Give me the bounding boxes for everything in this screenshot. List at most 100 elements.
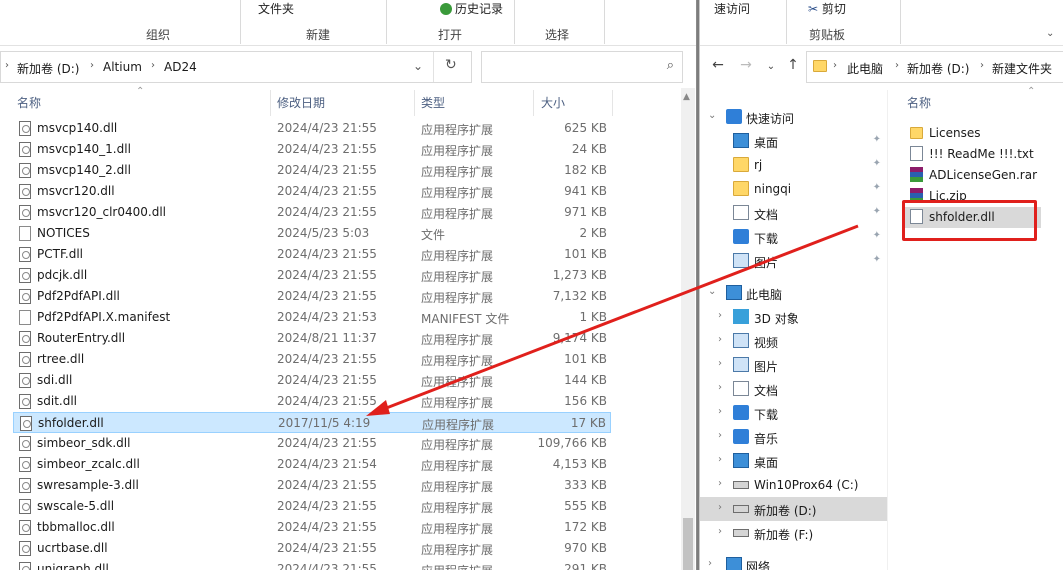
scrollbar-thumb[interactable] [683,518,693,570]
file-row[interactable]: shfolder.dll 2017/11/5 4:19 应用程序扩展 17 KB [13,412,611,433]
collapse-chevron-icon[interactable]: › [718,358,722,369]
file-row[interactable]: Pdf2PdfAPI.X.manifest 2024/4/23 21:53 MANI… [13,307,611,328]
back-arrow-icon[interactable]: ← [709,57,727,73]
file-row[interactable]: Pdf2PdfAPI.dll 2024/4/23 21:55 应用程序扩展 7,132… [13,286,611,307]
collapse-chevron-icon[interactable]: › [718,406,722,417]
column-header-name[interactable]: 名称 [17,94,41,116]
history-button[interactable]: 历史记录 [440,0,503,17]
up-arrow-icon[interactable]: ↑ [784,57,802,73]
ribbon-folder-label[interactable]: 文件夹 [258,0,294,17]
expand-chevron-icon[interactable]: ⌄ [708,286,716,297]
nav-item[interactable]: › 新加卷 (F:) [700,521,887,545]
ribbon-divider [514,0,515,44]
file-row[interactable]: NOTICES 2024/5/23 5:03 文件 2 KB [13,223,611,244]
scroll-up-arrow-icon[interactable]: ▲ [683,92,690,102]
collapse-chevron-icon[interactable]: › [718,430,722,441]
nav-item[interactable]: 桌面 ✦ [700,129,887,153]
breadcrumb-this-pc[interactable]: 此电脑 [847,60,883,77]
file-row[interactable]: rtree.dll 2024/4/23 21:55 应用程序扩展 101 KB [13,349,611,370]
file-row[interactable]: simbeor_sdk.dll 2024/4/23 21:55 应用程序扩展 109,… [13,433,611,454]
vertical-scrollbar[interactable] [681,88,695,570]
cut-button[interactable]: ✂ 剪切 [808,0,846,17]
breadcrumb-altium[interactable]: Altium [103,60,142,74]
nav-item[interactable]: 文档 ✦ [700,201,887,225]
file-row[interactable]: ADLicenseGen.rar [905,165,1041,186]
expand-chevron-icon[interactable]: ⌄ [708,110,716,121]
file-row[interactable]: swresample-3.dll 2024/4/23 21:55 应用程序扩展 333… [13,475,611,496]
nav-item[interactable]: › 3D 对象 [700,305,887,329]
nav-item[interactable]: › 下载 [700,401,887,425]
nav-item[interactable]: 下载 ✦ [700,225,887,249]
pin-icon[interactable]: ✦ [873,182,881,193]
collapse-chevron-icon[interactable]: › [718,502,722,513]
file-row[interactable]: msvcp140_2.dll 2024/4/23 21:55 应用程序扩展 182 K… [13,160,611,181]
pin-icon[interactable]: ✦ [873,254,881,265]
nav-item[interactable]: › Win10Prox64 (C:) [700,473,887,497]
column-divider[interactable] [533,90,534,116]
nav-item[interactable]: ⌄ 此电脑 [700,281,887,305]
file-name: msvcr120_clr0400.dll [37,205,166,219]
collapse-chevron-icon[interactable]: › [708,558,712,569]
file-row[interactable]: msvcp140.dll 2024/4/23 21:55 应用程序扩展 625 KB [13,118,611,139]
column-divider[interactable] [270,90,271,116]
breadcrumb-ad24[interactable]: AD24 [164,60,197,74]
breadcrumb-drive[interactable]: 新加卷 (D:) [17,60,79,77]
file-row[interactable]: tbbmalloc.dll 2024/4/23 21:55 应用程序扩展 172 KB [13,517,611,538]
file-row[interactable]: msvcr120_clr0400.dll 2024/4/23 21:55 应用程序扩… [13,202,611,223]
file-row[interactable]: Licenses [905,123,1041,144]
collapse-chevron-icon[interactable]: › [718,478,722,489]
pin-icon[interactable]: ✦ [873,158,881,169]
column-header-name[interactable]: 名称 [907,94,931,116]
column-divider[interactable] [612,90,613,116]
forward-arrow-icon[interactable]: → [737,57,755,73]
column-header-size[interactable]: 大小 [541,94,565,116]
nav-item[interactable]: › 图片 [700,353,887,377]
file-name: unigraph.dll [37,562,109,570]
file-row[interactable]: ucrtbase.dll 2024/4/23 21:55 应用程序扩展 970 KB [13,538,611,559]
file-row[interactable]: PCTF.dll 2024/4/23 21:55 应用程序扩展 101 KB [13,244,611,265]
file-row[interactable]: sdit.dll 2024/4/23 21:55 应用程序扩展 156 KB [13,391,611,412]
collapse-chevron-icon[interactable]: › [718,334,722,345]
nav-item[interactable]: › 网络 [700,553,887,570]
nav-item[interactable]: › 视频 [700,329,887,353]
collapse-chevron-icon[interactable]: › [718,454,722,465]
rar-icon [910,167,923,182]
column-header-type[interactable]: 类型 [421,94,445,116]
address-bar[interactable]: › 新加卷 (D:) › Altium › AD24 ⌄ ↻ [0,51,472,83]
refresh-icon[interactable]: ↻ [445,57,457,73]
file-row[interactable]: simbeor_zcalc.dll 2024/4/23 21:54 应用程序扩展 4,… [13,454,611,475]
nav-item[interactable]: ningqi ✦ [700,177,887,201]
nav-item[interactable]: rj ✦ [700,153,887,177]
nav-item[interactable]: › 桌面 [700,449,887,473]
address-bar[interactable]: › 此电脑 › 新加卷 (D:) › 新建文件夹 [806,51,1063,83]
file-row[interactable]: !!! ReadMe !!!.txt [905,144,1041,165]
breadcrumb-drive[interactable]: 新加卷 (D:) [907,60,969,77]
recent-chevron-icon[interactable]: ⌄ [762,61,780,72]
column-header-date[interactable]: 修改日期 [277,94,325,116]
file-row[interactable]: msvcp140_1.dll 2024/4/23 21:55 应用程序扩展 24 KB [13,139,611,160]
file-row[interactable]: msvcr120.dll 2024/4/23 21:55 应用程序扩展 941 KB [13,181,611,202]
breadcrumb-new-folder[interactable]: 新建文件夹 [992,60,1052,77]
file-row[interactable]: pdcjk.dll 2024/4/23 21:55 应用程序扩展 1,273 KB [13,265,611,286]
file-row[interactable]: RouterEntry.dll 2024/8/21 11:37 应用程序扩展 9,17… [13,328,611,349]
nav-item[interactable]: › 音乐 [700,425,887,449]
pin-icon[interactable]: ✦ [873,230,881,241]
chevron-down-icon[interactable]: ⌄ [413,59,423,73]
collapse-chevron-icon[interactable]: › [718,526,722,537]
left-explorer-window: 文件夹 历史记录 组织 新建 打开 选择 › 新加卷 (D:) › Altium… [0,0,697,570]
collapse-chevron-icon[interactable]: › [718,310,722,321]
quick-access-label[interactable]: 速访问 [714,0,750,17]
column-divider[interactable] [414,90,415,116]
search-box[interactable]: ⌕ [481,51,683,83]
nav-item[interactable]: 图片 ✦ [700,249,887,273]
file-row[interactable]: sdi.dll 2024/4/23 21:55 应用程序扩展 144 KB [13,370,611,391]
collapse-chevron-icon[interactable]: › [718,382,722,393]
nav-item[interactable]: › 文档 [700,377,887,401]
chevron-down-icon[interactable]: ⌄ [1046,28,1054,39]
file-row[interactable]: swscale-5.dll 2024/4/23 21:55 应用程序扩展 555 KB [13,496,611,517]
pin-icon[interactable]: ✦ [873,206,881,217]
pin-icon[interactable]: ✦ [873,134,881,145]
nav-item[interactable]: › 新加卷 (D:) [700,497,887,521]
file-row[interactable]: unigraph.dll 2024/4/23 21:55 应用程序扩展 291 KB [13,559,611,570]
nav-item[interactable]: ⌄ 快速访问 [700,105,887,129]
